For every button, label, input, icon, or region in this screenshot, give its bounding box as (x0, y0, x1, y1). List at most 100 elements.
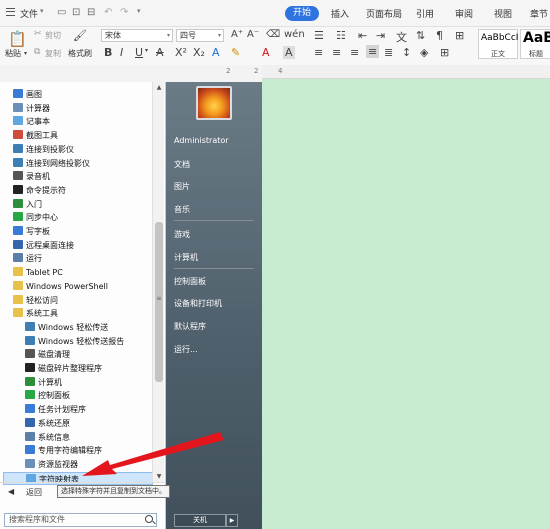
style-normal[interactable]: AaBbCcI 正文 (478, 29, 518, 59)
underline-dropdown-icon[interactable]: ▾ (145, 47, 148, 54)
program-item[interactable]: 磁盘清理 (25, 348, 149, 361)
program-item[interactable]: 资源监视器 (25, 458, 149, 471)
place-games[interactable]: 游戏 (174, 229, 190, 240)
place-documents[interactable]: 文档 (174, 159, 190, 170)
strikethrough-icon[interactable]: A (156, 46, 164, 59)
program-item[interactable]: 录音机 (13, 170, 149, 183)
program-item[interactable]: 运行 (13, 252, 149, 265)
format-painter-icon[interactable]: 🖌 (73, 29, 87, 42)
scroll-down-icon[interactable]: ▼ (153, 473, 165, 480)
program-item[interactable]: 轻松访问 (13, 294, 149, 307)
align-right-icon[interactable]: ≡ (350, 46, 359, 59)
grow-font-icon[interactable]: A⁺ (231, 29, 243, 40)
user-avatar[interactable] (196, 86, 232, 120)
program-item[interactable]: 磁盘碎片整理程序 (25, 362, 149, 375)
program-item[interactable]: 同步中心 (13, 211, 149, 224)
place-run[interactable]: 运行... (174, 344, 198, 355)
program-item[interactable]: Windows PowerShell (13, 280, 149, 293)
program-item[interactable]: 入门 (13, 198, 149, 211)
program-item[interactable]: 远程桌面连接 (13, 239, 149, 252)
place-pictures[interactable]: 图片 (174, 181, 190, 192)
document-canvas[interactable] (262, 79, 550, 529)
scroll-up-icon[interactable]: ▲ (153, 84, 165, 91)
program-item[interactable]: 专用字符编辑程序 (25, 444, 149, 457)
scrollbar-thumb[interactable] (155, 222, 163, 382)
program-item[interactable]: 记事本 (13, 115, 149, 128)
tab-page-layout[interactable]: 页面布局 (366, 7, 402, 20)
tab-view[interactable]: 视图 (494, 7, 512, 20)
program-item[interactable]: 任务计划程序 (25, 403, 149, 416)
place-music[interactable]: 音乐 (174, 204, 190, 215)
sort-icon[interactable]: ⇅ (416, 29, 425, 42)
bold-icon[interactable]: B (104, 46, 112, 59)
cut-button[interactable]: 剪切 (45, 30, 61, 41)
paste-dropdown-icon[interactable]: ▾ (24, 50, 27, 57)
program-item[interactable]: 连接到投影仪 (13, 143, 149, 156)
scissors-icon[interactable]: ✂ (34, 29, 42, 39)
program-item[interactable]: 命令提示符 (13, 184, 149, 197)
numbered-list-icon[interactable]: ☷ (336, 29, 346, 42)
phonetic-guide-icon[interactable]: wén (284, 29, 305, 40)
subscript-icon[interactable]: X₂ (193, 46, 205, 59)
font-name-select[interactable]: 宋体 ▾ (101, 29, 173, 42)
line-spacing-icon[interactable]: ↕ (402, 46, 411, 59)
save-icon[interactable]: ⊟ (87, 7, 95, 18)
tab-sections[interactable]: 章节 (530, 7, 548, 20)
tab-home[interactable]: 开始 (285, 6, 319, 21)
program-item[interactable]: 系统信息 (25, 431, 149, 444)
borders-icon[interactable]: ⊞ (455, 29, 464, 42)
text-effect-icon[interactable]: A (212, 46, 220, 59)
tab-review[interactable]: 审阅 (455, 7, 473, 20)
program-item[interactable]: 系统工具 (13, 307, 149, 320)
shrink-font-icon[interactable]: A⁻ (247, 29, 259, 40)
program-item[interactable]: 画图 (13, 88, 149, 101)
place-default-programs[interactable]: 默认程序 (174, 321, 206, 332)
program-item[interactable]: 计算机 (25, 376, 149, 389)
programs-scrollbar[interactable]: ▲ ≡ ▼ (152, 82, 164, 482)
shutdown-button[interactable]: 关机 (174, 514, 226, 527)
increase-indent-icon[interactable]: ⇥ (376, 29, 385, 42)
font-color-icon[interactable]: A (262, 46, 270, 59)
char-shading-icon[interactable]: A (283, 46, 295, 59)
justify-icon[interactable]: ≡ (366, 45, 380, 58)
distribute-icon[interactable]: ≣ (384, 46, 393, 59)
style-heading[interactable]: AaB 标题 (520, 29, 550, 59)
align-center-icon[interactable]: ≡ (332, 46, 341, 59)
chinese-layout-icon[interactable]: 文 (396, 29, 407, 45)
format-painter-button[interactable]: 格式刷 (68, 48, 92, 59)
tab-references[interactable]: 引用 (416, 7, 434, 20)
open-folder-icon[interactable]: ⊡ (72, 7, 80, 18)
program-item[interactable]: 截图工具 (13, 129, 149, 142)
place-computer[interactable]: 计算机 (174, 252, 198, 263)
table-borders-icon[interactable]: ⊞ (440, 46, 449, 59)
paste-icon[interactable]: 📋 (8, 30, 27, 48)
program-item[interactable]: 控制面板 (25, 389, 149, 402)
program-item[interactable]: 计算器 (13, 102, 149, 115)
bullet-list-icon[interactable]: ☰ (314, 29, 324, 42)
underline-icon[interactable]: U (135, 46, 143, 59)
chevron-down-icon[interactable]: ▾ (40, 7, 44, 15)
program-item[interactable]: Windows 轻松传送 (25, 321, 149, 334)
copy-icon[interactable]: ⧉ (34, 47, 40, 57)
quick-access-dropdown-icon[interactable]: ▾ (137, 7, 141, 15)
file-menu[interactable]: 文件 (20, 7, 38, 20)
program-item[interactable]: 系统还原 (25, 417, 149, 430)
superscript-icon[interactable]: X² (175, 46, 187, 59)
redo-icon[interactable]: ↷ (120, 7, 128, 18)
hamburger-menu-icon[interactable] (6, 8, 15, 16)
place-control-panel[interactable]: 控制面板 (174, 276, 206, 287)
font-size-select[interactable]: 四号 ▾ (176, 29, 224, 42)
highlight-icon[interactable]: ✎ (231, 46, 240, 59)
align-left-icon[interactable]: ≡ (314, 46, 323, 59)
undo-icon[interactable]: ↶ (104, 7, 112, 18)
italic-icon[interactable]: I (120, 46, 123, 59)
new-doc-icon[interactable]: ▭ (57, 7, 66, 18)
program-item[interactable]: Windows 轻松传送报告 (25, 335, 149, 348)
program-item[interactable]: 写字板 (13, 225, 149, 238)
copy-button[interactable]: 复制 (45, 48, 61, 59)
shading-icon[interactable]: ◈ (420, 46, 428, 59)
show-marks-icon[interactable]: ¶ (436, 29, 443, 42)
clear-format-icon[interactable]: ⌫ (266, 29, 280, 40)
start-search-input[interactable]: 搜索程序和文件 (4, 513, 157, 527)
shutdown-options-icon[interactable]: ▶ (226, 514, 238, 527)
